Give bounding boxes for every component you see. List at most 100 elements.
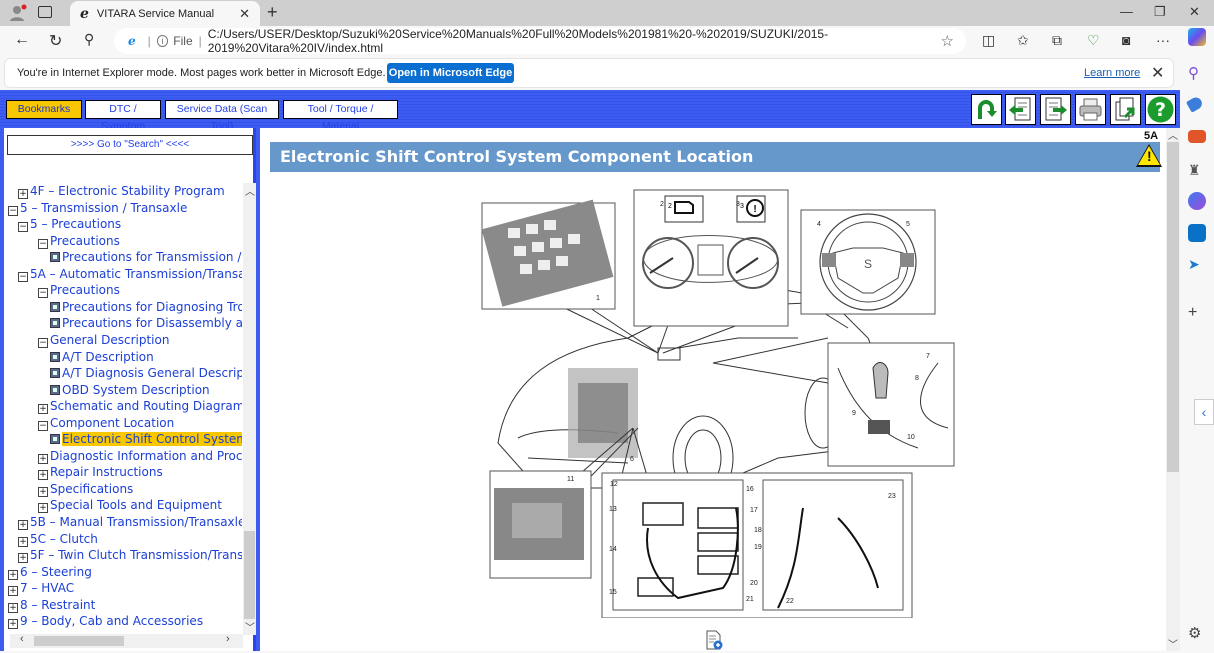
- favorite-star-icon[interactable]: ☆: [941, 32, 954, 50]
- expand-icon[interactable]: +: [18, 536, 28, 547]
- search-sidebar-icon[interactable]: ⚲: [1188, 64, 1206, 82]
- more-icon[interactable]: ···: [1156, 32, 1170, 48]
- tree-item[interactable]: Precautions for Transmission / T: [50, 249, 242, 265]
- tree-item[interactable]: −5 – Transmission / Transaxle: [8, 200, 187, 216]
- tree-item[interactable]: A/T Description: [50, 349, 154, 365]
- tree-item[interactable]: Precautions for Diagnosing Troub: [50, 299, 242, 315]
- print-button[interactable]: [1075, 94, 1106, 125]
- tree-item[interactable]: Precautions for Disassembly and: [50, 315, 242, 331]
- tree-item[interactable]: −5A – Automatic Transmission/Transaxl: [18, 266, 242, 282]
- scroll-down-icon[interactable]: ﹀: [245, 619, 255, 634]
- collapse-icon[interactable]: −: [38, 238, 48, 249]
- tree-item[interactable]: A/T Diagnosis General Descriptio: [50, 365, 242, 381]
- tree-item-label[interactable]: 7 – HVAC: [20, 581, 74, 595]
- tree-item[interactable]: + Schematic and Routing Diagram: [38, 398, 242, 415]
- url-text[interactable]: C:/Users/USER/Desktop/Suzuki%20Service%2…: [208, 27, 966, 55]
- tools-icon[interactable]: [1188, 130, 1206, 143]
- open-in-edge-button[interactable]: Open in Microsoft Edge: [387, 63, 514, 83]
- tree-item[interactable]: + Diagnostic Information and Proced: [38, 448, 242, 464]
- expand-icon[interactable]: +: [18, 189, 28, 199]
- expand-icon[interactable]: +: [18, 520, 28, 530]
- tree-item-label[interactable]: Precautions for Disassembly and: [62, 316, 242, 330]
- split-screen-icon[interactable]: ◫: [982, 32, 995, 49]
- scroll-up-icon[interactable]: ︿: [245, 183, 255, 198]
- bookmarks-tab[interactable]: Bookmarks: [6, 100, 82, 119]
- tree-item[interactable]: + Special Tools and Equipment: [38, 497, 222, 514]
- collapse-icon[interactable]: −: [18, 222, 28, 233]
- scroll-left-icon[interactable]: ‹: [20, 633, 24, 645]
- address-bar[interactable]: e | i File | C:/Users/USER/Desktop/Suzuk…: [114, 27, 966, 55]
- tree-item-label[interactable]: 5C – Clutch: [30, 532, 98, 546]
- expand-icon[interactable]: +: [38, 404, 48, 415]
- learn-more-link[interactable]: Learn more: [1084, 67, 1140, 79]
- next-page-button[interactable]: [1040, 94, 1071, 125]
- add-sidebar-icon[interactable]: +: [1188, 304, 1206, 322]
- tree-item-label[interactable]: 9 – Body, Cab and Accessories: [20, 614, 203, 628]
- ie-mode-indicator-icon[interactable]: e: [128, 34, 136, 48]
- service-data-tab[interactable]: Service Data (Scan Tool): [165, 100, 279, 132]
- tree-item[interactable]: + Specifications: [38, 481, 133, 497]
- back-button[interactable]: [971, 94, 1002, 125]
- tree-item-label[interactable]: Precautions for Diagnosing Troub: [62, 300, 242, 314]
- collapse-icon[interactable]: −: [38, 420, 48, 431]
- go-to-search-button[interactable]: >>>> Go to "Search" <<<<: [7, 135, 253, 155]
- tree-item-label[interactable]: OBD System Description: [62, 383, 210, 397]
- search-icon[interactable]: ⚲: [84, 31, 94, 48]
- expand-icon[interactable]: +: [8, 619, 18, 630]
- content-vertical-scrollbar[interactable]: ︿ ﹀: [1166, 128, 1180, 651]
- tree-item-label[interactable]: Electronic Shift Control System C: [62, 432, 242, 447]
- collapse-icon[interactable]: −: [18, 271, 28, 282]
- tree-item-label[interactable]: Specifications: [50, 482, 133, 496]
- tree-item[interactable]: +5B – Manual Transmission/Transaxle: [18, 514, 242, 530]
- expand-icon[interactable]: +: [38, 470, 48, 481]
- tree-item-label[interactable]: 4F – Electronic Stability Program: [30, 184, 225, 198]
- tree-item[interactable]: +7 – HVAC: [8, 580, 74, 597]
- tree-item[interactable]: +5F – Twin Clutch Transmission/Transa:: [18, 547, 242, 564]
- expand-icon[interactable]: +: [38, 453, 48, 464]
- tree-item[interactable]: +9 – Body, Cab and Accessories: [8, 613, 203, 630]
- profile-icon[interactable]: [8, 4, 28, 22]
- expand-icon[interactable]: +: [18, 553, 28, 564]
- info-icon[interactable]: i: [156, 35, 169, 47]
- tree-item[interactable]: +5C – Clutch: [18, 531, 98, 547]
- back-icon[interactable]: ←: [14, 31, 30, 49]
- tree-item[interactable]: − Precautions: [38, 233, 120, 249]
- expand-icon[interactable]: +: [38, 486, 48, 497]
- scrollbar-thumb[interactable]: [244, 531, 255, 619]
- tree-item[interactable]: OBD System Description: [50, 382, 210, 398]
- tree-item[interactable]: −5 – Precautions: [18, 216, 121, 233]
- close-window-icon[interactable]: ✕: [1189, 4, 1200, 20]
- settings-icon[interactable]: ⚙: [1188, 624, 1206, 642]
- browser-essentials-icon[interactable]: ♡: [1087, 32, 1100, 49]
- close-banner-icon[interactable]: ✕: [1151, 63, 1164, 83]
- export-button[interactable]: [1110, 94, 1141, 125]
- scrollbar-thumb[interactable]: [1167, 142, 1179, 472]
- tree-item-label[interactable]: Diagnostic Information and Proced: [50, 449, 242, 463]
- tree-item-label[interactable]: A/T Diagnosis General Descriptio: [62, 366, 242, 380]
- collapse-icon[interactable]: −: [38, 337, 48, 348]
- browser-tab[interactable]: e VITARA Service Manual ✕: [70, 1, 260, 27]
- close-tab-icon[interactable]: ✕: [239, 6, 250, 22]
- tab-actions-icon[interactable]: [38, 6, 52, 18]
- tree-item-label[interactable]: Repair Instructions: [50, 465, 163, 479]
- collections-icon[interactable]: ⧉: [1052, 32, 1062, 49]
- new-tab-icon[interactable]: +: [267, 2, 278, 23]
- tree-item-label[interactable]: A/T Description: [62, 350, 154, 364]
- tree-item-label[interactable]: Special Tools and Equipment: [50, 498, 222, 512]
- copilot-icon[interactable]: [1188, 28, 1206, 46]
- expand-icon[interactable]: +: [8, 602, 18, 613]
- enlarge-image-button[interactable]: [705, 630, 723, 650]
- scroll-down-icon[interactable]: ﹀: [1168, 636, 1178, 651]
- scrollbar-thumb[interactable]: [34, 636, 124, 646]
- scroll-up-icon[interactable]: ︿: [1168, 127, 1178, 142]
- tree-item-label[interactable]: Precautions for Transmission / T: [62, 250, 242, 264]
- tree-item-label[interactable]: 8 – Restraint: [20, 598, 95, 612]
- tree-item[interactable]: +8 – Restraint: [8, 597, 95, 613]
- m365-icon[interactable]: [1188, 192, 1206, 210]
- expand-icon[interactable]: +: [38, 503, 48, 514]
- tool-torque-material-tab[interactable]: Tool / Torque / Material: [283, 100, 398, 132]
- warning-icon[interactable]: !: [1136, 144, 1162, 167]
- shopping-tag-icon[interactable]: [1185, 95, 1205, 113]
- previous-page-button[interactable]: [1005, 94, 1036, 125]
- tree-item[interactable]: − Precautions: [38, 282, 120, 299]
